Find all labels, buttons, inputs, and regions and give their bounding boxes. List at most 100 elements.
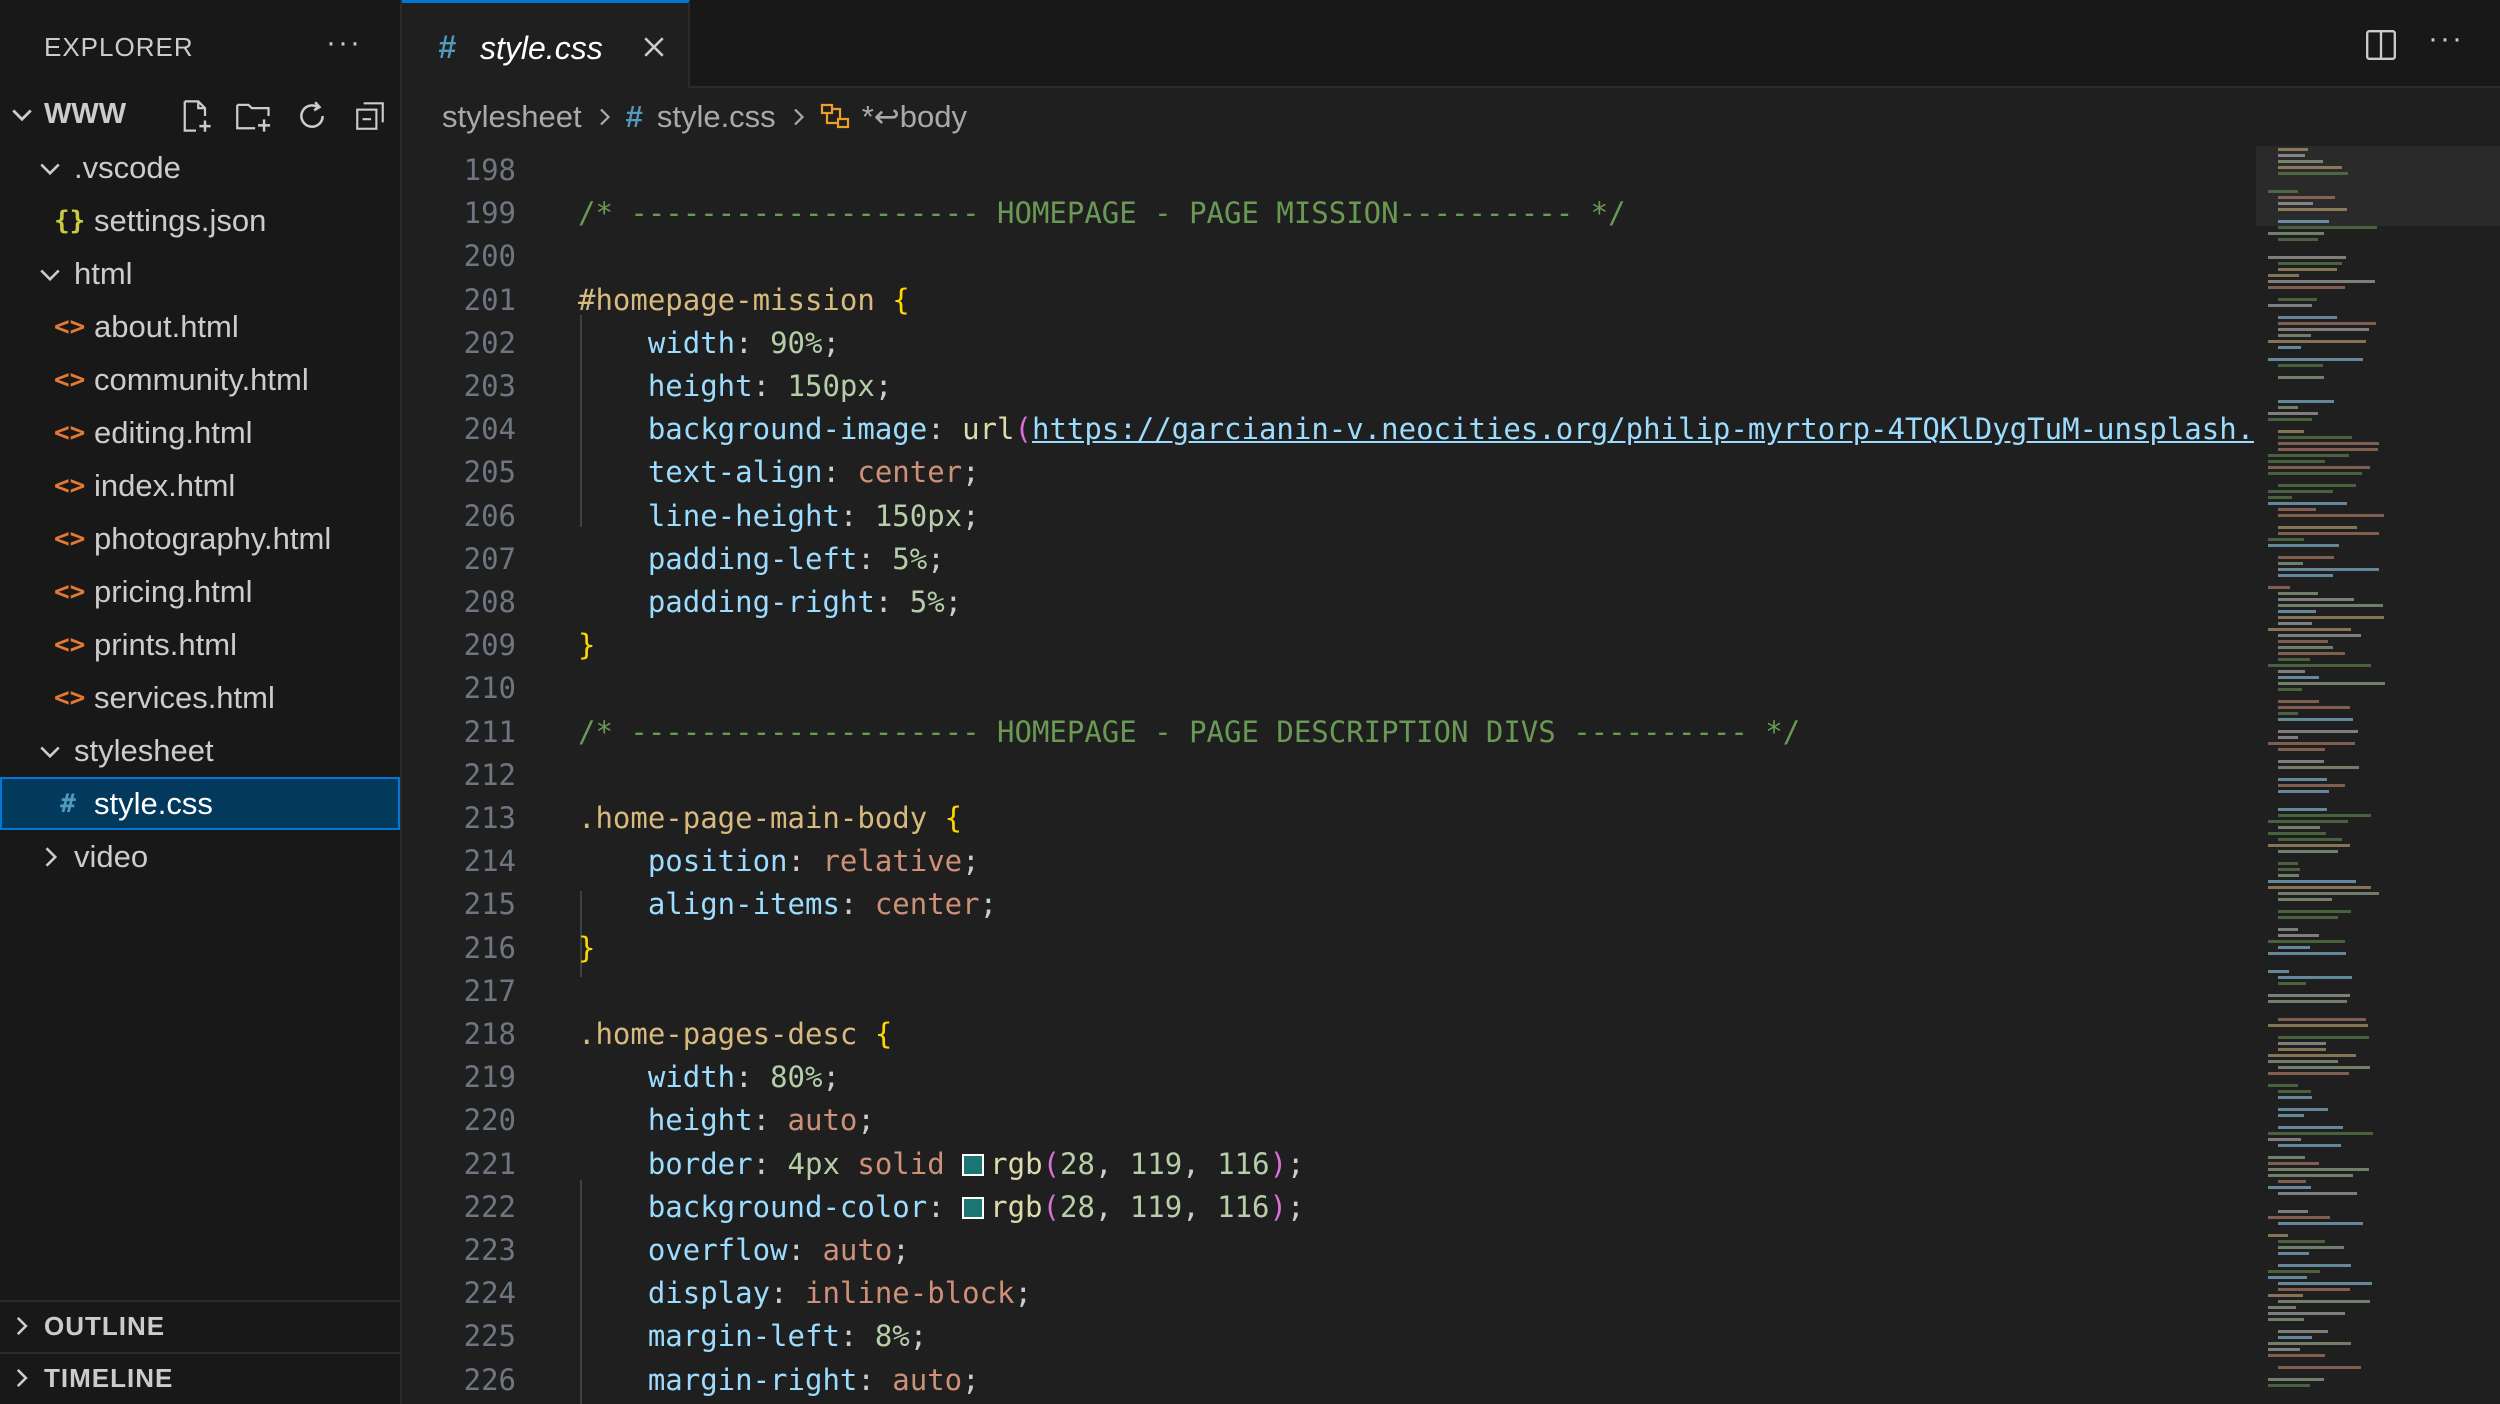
breadcrumb-folder[interactable]: stylesheet <box>442 99 582 135</box>
code-line[interactable]: 198 <box>402 149 2256 192</box>
code-line[interactable]: 223 overflow: auto; <box>402 1229 2256 1272</box>
outline-section[interactable]: OUTLINE <box>0 1300 400 1350</box>
code-line[interactable]: 206 line-height: 150px; <box>402 495 2256 538</box>
code-token: width <box>647 1060 736 1095</box>
minimap-line <box>2278 1210 2308 1213</box>
code-text: #homepage-mission { <box>578 279 910 322</box>
code-line[interactable]: 217 <box>402 970 2256 1013</box>
tree-file-photography-html[interactable]: <> photography.html <box>0 512 400 565</box>
code-line[interactable]: 220 height: auto; <box>402 1099 2256 1142</box>
new-folder-button[interactable] <box>234 96 274 136</box>
code-line[interactable]: 202 width: 90%; <box>402 322 2256 365</box>
code-token: 116 <box>1217 1189 1270 1224</box>
code-text: /* -------------------- HOMEPAGE - PAGE … <box>578 192 1626 235</box>
tree-folder-video[interactable]: video <box>0 830 400 883</box>
timeline-section[interactable]: TIMELINE <box>0 1352 400 1402</box>
tree-file-style-css[interactable]: # style.css <box>0 777 400 830</box>
code-line[interactable]: 216} <box>402 927 2256 970</box>
collapse-all-button[interactable] <box>350 96 390 136</box>
minimap-line <box>2278 622 2312 625</box>
code-token: , <box>1182 1189 1218 1224</box>
code-line[interactable]: 212 <box>402 754 2256 797</box>
code-line[interactable]: 209} <box>402 624 2256 667</box>
code-line[interactable]: 199 /* -------------------- HOMEPAGE - PA… <box>402 192 2256 235</box>
code-text: height: 150px; <box>578 365 892 408</box>
minimap-line <box>2278 760 2324 763</box>
minimap-line <box>2278 934 2319 937</box>
code-token: ; <box>979 887 998 922</box>
minimap-line <box>2278 1222 2363 1225</box>
minimap[interactable] <box>2256 146 2500 1404</box>
tab-style-css[interactable]: # style.css <box>402 0 690 88</box>
code-line[interactable]: 205 text-align: center; <box>402 451 2256 494</box>
split-editor-icon[interactable] <box>2364 28 2398 62</box>
breadcrumb-file[interactable]: # style.css <box>626 99 776 135</box>
refresh-button[interactable] <box>292 96 332 136</box>
close-icon[interactable] <box>640 33 668 61</box>
color-swatch[interactable] <box>962 1153 985 1176</box>
code-line[interactable]: 201 #homepage-mission { <box>402 279 2256 322</box>
code-token: , <box>1094 1146 1130 1181</box>
code-line[interactable]: 219 width: 80%; <box>402 1056 2256 1099</box>
chevron-down-icon[interactable] <box>8 100 36 128</box>
tree-file-index-html[interactable]: <> index.html <box>0 459 400 512</box>
code-token: .home-pages-desc <box>578 1017 858 1051</box>
code-line[interactable]: 214 position: relative; <box>402 840 2256 883</box>
minimap-line <box>2278 598 2354 601</box>
code-token: 28 <box>1060 1146 1095 1181</box>
minimap-slider[interactable] <box>2256 146 2500 226</box>
tree-item-label: about.html <box>94 308 239 344</box>
line-number: 209 <box>463 628 516 663</box>
tree-file-about-html[interactable]: <> about.html <box>0 300 400 353</box>
tree-file-prints-html[interactable]: <> prints.html <box>0 618 400 671</box>
code-token: : <box>787 844 823 879</box>
code-line[interactable]: 225 margin-left: 8%; <box>402 1315 2256 1358</box>
explorer-header: EXPLORER ··· <box>0 0 400 94</box>
code-line[interactable]: 211 /* -------------------- HOMEPAGE - PA… <box>402 711 2256 754</box>
minimap-line <box>2268 1378 2324 1381</box>
tree-file-pricing-html[interactable]: <> pricing.html <box>0 565 400 618</box>
ellipsis-icon[interactable]: ··· <box>326 26 362 60</box>
tree-file-services-html[interactable]: <> services.html <box>0 671 400 724</box>
tree-folder-stylesheet[interactable]: stylesheet <box>0 724 400 777</box>
tree-folder-html[interactable]: html <box>0 247 400 300</box>
code-token: relative <box>822 844 963 879</box>
code-text: width: 80%; <box>578 1056 840 1099</box>
code-line[interactable]: 207 padding-left: 5%; <box>402 538 2256 581</box>
new-file-icon <box>183 100 211 132</box>
line-number: 200 <box>463 239 516 274</box>
minimap-line <box>2278 172 2348 175</box>
code-text: padding-left: 5%; <box>578 538 945 581</box>
code-line[interactable]: 226 margin-right: auto; <box>402 1359 2256 1402</box>
code-line[interactable]: 204 background-image: url(https://garcia… <box>402 408 2256 451</box>
code-token: 119 <box>1129 1189 1183 1224</box>
code-editor[interactable]: 198 199 /* -------------------- HOMEPAGE -… <box>402 146 2256 1404</box>
code-line[interactable]: 213 .home-page-main-body { <box>402 797 2256 840</box>
code-line[interactable]: 224 display: inline-block; <box>402 1272 2256 1315</box>
tree-file-community-html[interactable]: <> community.html <box>0 353 400 406</box>
tree-file-settings-json[interactable]: {} settings.json <box>0 194 400 247</box>
workspace-root-row[interactable]: WWW <box>0 94 400 136</box>
code-line[interactable]: 215 align-items: center; <box>402 883 2256 926</box>
code-line[interactable]: 222 background-color: rgb(28, 119, 116); <box>402 1186 2256 1229</box>
code-token: /* -------------------- HOMEPAGE - PAGE … <box>578 196 1626 231</box>
minimap-line <box>2278 376 2324 379</box>
code-line[interactable]: 210 <box>402 667 2256 710</box>
minimap-line <box>2268 256 2346 259</box>
code-line[interactable]: 218 .home-pages-desc { <box>402 1013 2256 1056</box>
tree-folder-vscode[interactable]: .vscode <box>0 141 400 194</box>
code-line[interactable]: 200 <box>402 235 2256 278</box>
code-line[interactable]: 203 height: 150px; <box>402 365 2256 408</box>
ellipsis-icon[interactable]: ··· <box>2428 22 2464 56</box>
tree-file-editing-html[interactable]: <> editing.html <box>0 406 400 459</box>
color-swatch[interactable] <box>962 1196 985 1219</box>
minimap-line <box>2268 280 2375 283</box>
breadcrumb-symbol[interactable]: *↩body <box>820 99 967 135</box>
minimap-line <box>2268 970 2289 973</box>
new-file-button[interactable] <box>176 96 216 136</box>
code-line[interactable]: 208 padding-right: 5%; <box>402 581 2256 624</box>
code-line[interactable]: 221 border: 4px solid rgb(28, 119, 116); <box>402 1143 2256 1186</box>
